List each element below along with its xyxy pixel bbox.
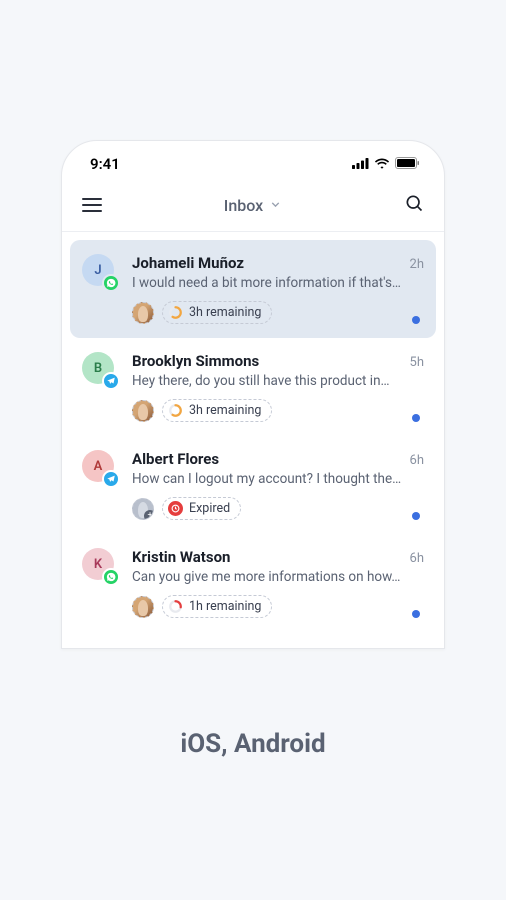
assignee-avatar[interactable]: [132, 596, 154, 618]
avatar-wrap: A: [82, 450, 118, 486]
status-time: 9:41: [90, 155, 120, 173]
sla-ring-icon: [168, 305, 183, 320]
status-icons: [352, 155, 420, 173]
sla-label: Expired: [189, 501, 230, 516]
notch: [188, 141, 318, 163]
conversation-time: 6h: [410, 551, 424, 566]
conversation-preview: Can you give me more informations on how…: [132, 569, 424, 585]
sla-chip[interactable]: 1h remaining: [162, 595, 272, 618]
avatar-wrap: K: [82, 548, 118, 584]
wifi-icon: [374, 155, 390, 173]
conversation-time: 6h: [410, 453, 424, 468]
sla-chip[interactable]: Expired: [162, 497, 241, 520]
conversation-preview: How can I logout my account? I thought t…: [132, 471, 424, 487]
caption: iOS, Android: [180, 729, 325, 759]
conversation-body: Kristin Watson 6h Can you give me more i…: [132, 548, 424, 618]
expired-icon: [168, 501, 183, 516]
phone-frame: 9:41 Inbox: [61, 140, 445, 649]
conversation-item[interactable]: J Johameli Muñoz 2h I would need a bit m…: [70, 240, 436, 338]
conversation-list: J Johameli Muñoz 2h I would need a bit m…: [62, 232, 444, 648]
whatsapp-icon: [102, 568, 120, 586]
conversation-name: Albert Flores: [132, 450, 219, 468]
sla-label: 1h remaining: [189, 599, 261, 614]
header-title-text: Inbox: [224, 196, 263, 215]
chevron-down-icon: [269, 196, 282, 215]
unread-dot: [412, 316, 420, 324]
assignee-avatar[interactable]: [132, 302, 154, 324]
assignee-avatar[interactable]: [132, 400, 154, 422]
search-button[interactable]: [404, 193, 424, 217]
conversation-time: 2h: [410, 257, 424, 272]
unread-dot: [412, 512, 420, 520]
conversation-name: Kristin Watson: [132, 548, 230, 566]
conversation-item[interactable]: K Kristin Watson 6h Can you give me more…: [70, 534, 436, 632]
menu-button[interactable]: [82, 198, 102, 212]
signal-icon: [352, 155, 369, 173]
sla-ring-icon: [168, 403, 183, 418]
conversation-preview: Hey there, do you still have this produc…: [132, 373, 424, 389]
conversation-name: Johameli Muñoz: [132, 254, 244, 272]
conversation-preview: I would need a bit more information if t…: [132, 275, 424, 291]
conversation-time: 5h: [410, 355, 424, 370]
telegram-icon: [102, 470, 120, 488]
assign-button[interactable]: [132, 498, 154, 520]
avatar-wrap: B: [82, 352, 118, 388]
sla-chip[interactable]: 3h remaining: [162, 301, 272, 324]
sla-chip[interactable]: 3h remaining: [162, 399, 272, 422]
whatsapp-icon: [102, 274, 120, 292]
unread-dot: [412, 610, 420, 618]
conversation-item[interactable]: A Albert Flores 6h How can I logout my a…: [70, 436, 436, 534]
conversation-body: Albert Flores 6h How can I logout my acc…: [132, 450, 424, 520]
battery-icon: [395, 155, 420, 173]
header-title-dropdown[interactable]: Inbox: [224, 196, 282, 215]
sla-label: 3h remaining: [189, 305, 261, 320]
conversation-name: Brooklyn Simmons: [132, 352, 259, 370]
sla-label: 3h remaining: [189, 403, 261, 418]
conversation-body: Johameli Muñoz 2h I would need a bit mor…: [132, 254, 424, 324]
sla-ring-icon: [168, 599, 183, 614]
avatar-wrap: J: [82, 254, 118, 290]
conversation-body: Brooklyn Simmons 5h Hey there, do you st…: [132, 352, 424, 422]
unread-dot: [412, 414, 420, 422]
app-header: Inbox: [62, 181, 444, 232]
telegram-icon: [102, 372, 120, 390]
conversation-item[interactable]: B Brooklyn Simmons 5h Hey there, do you …: [70, 338, 436, 436]
